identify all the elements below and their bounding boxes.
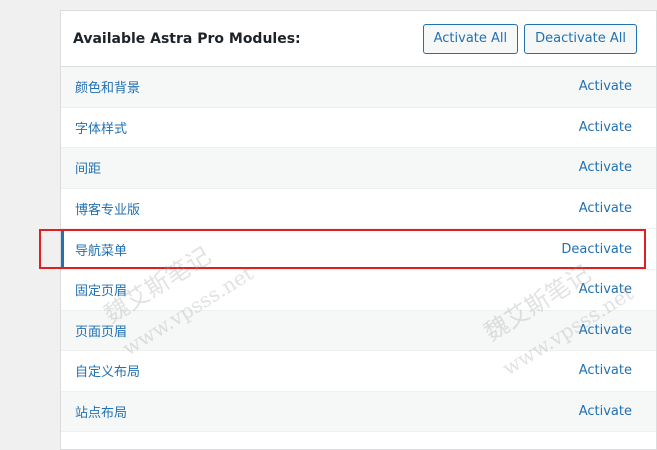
panel-title: Available Astra Pro Modules:: [73, 30, 301, 47]
module-row: 间距 Activate: [61, 148, 656, 189]
module-row: 颜色和背景 Activate: [61, 67, 656, 108]
module-activate-link[interactable]: Activate: [579, 282, 632, 297]
module-name-link[interactable]: 固定页眉: [75, 280, 127, 299]
module-name-link[interactable]: 站点布局: [75, 402, 127, 421]
module-list: 颜色和背景 Activate 字体样式 Activate 间距 Activate…: [61, 67, 656, 433]
module-name-link[interactable]: 页面页眉: [75, 321, 127, 340]
module-name-link[interactable]: 自定义布局: [75, 361, 140, 380]
module-row: 字体样式 Activate: [61, 107, 656, 149]
module-row: 博客专业版 Activate: [61, 188, 656, 230]
module-name-link[interactable]: 导航菜单: [75, 240, 127, 259]
module-activate-link[interactable]: Activate: [579, 201, 632, 216]
panel-header: Available Astra Pro Modules: Activate Al…: [61, 11, 656, 67]
deactivate-all-button[interactable]: Deactivate All: [524, 23, 637, 54]
module-activate-link[interactable]: Activate: [579, 363, 632, 378]
module-activate-link[interactable]: Activate: [579, 79, 632, 94]
module-name-link[interactable]: 博客专业版: [75, 199, 140, 218]
module-row: 站点布局 Activate: [61, 391, 656, 433]
modules-panel: Available Astra Pro Modules: Activate Al…: [60, 10, 657, 450]
module-row: 自定义布局 Activate: [61, 351, 656, 392]
header-buttons: Activate All Deactivate All: [422, 23, 637, 54]
module-name-link[interactable]: 颜色和背景: [75, 77, 140, 96]
module-activate-link[interactable]: Activate: [579, 404, 632, 419]
module-row: 固定页眉 Activate: [61, 269, 656, 311]
module-activate-link[interactable]: Activate: [579, 323, 632, 338]
module-name-link[interactable]: 间距: [75, 158, 101, 177]
module-deactivate-link[interactable]: Deactivate: [561, 242, 632, 257]
module-activate-link[interactable]: Activate: [579, 160, 632, 175]
module-row: 页面页眉 Activate: [61, 310, 656, 352]
module-name-link[interactable]: 字体样式: [75, 118, 127, 137]
module-activate-link[interactable]: Activate: [579, 120, 632, 135]
module-row-active: 导航菜单 Deactivate: [61, 229, 656, 270]
activate-all-button[interactable]: Activate All: [422, 23, 519, 54]
